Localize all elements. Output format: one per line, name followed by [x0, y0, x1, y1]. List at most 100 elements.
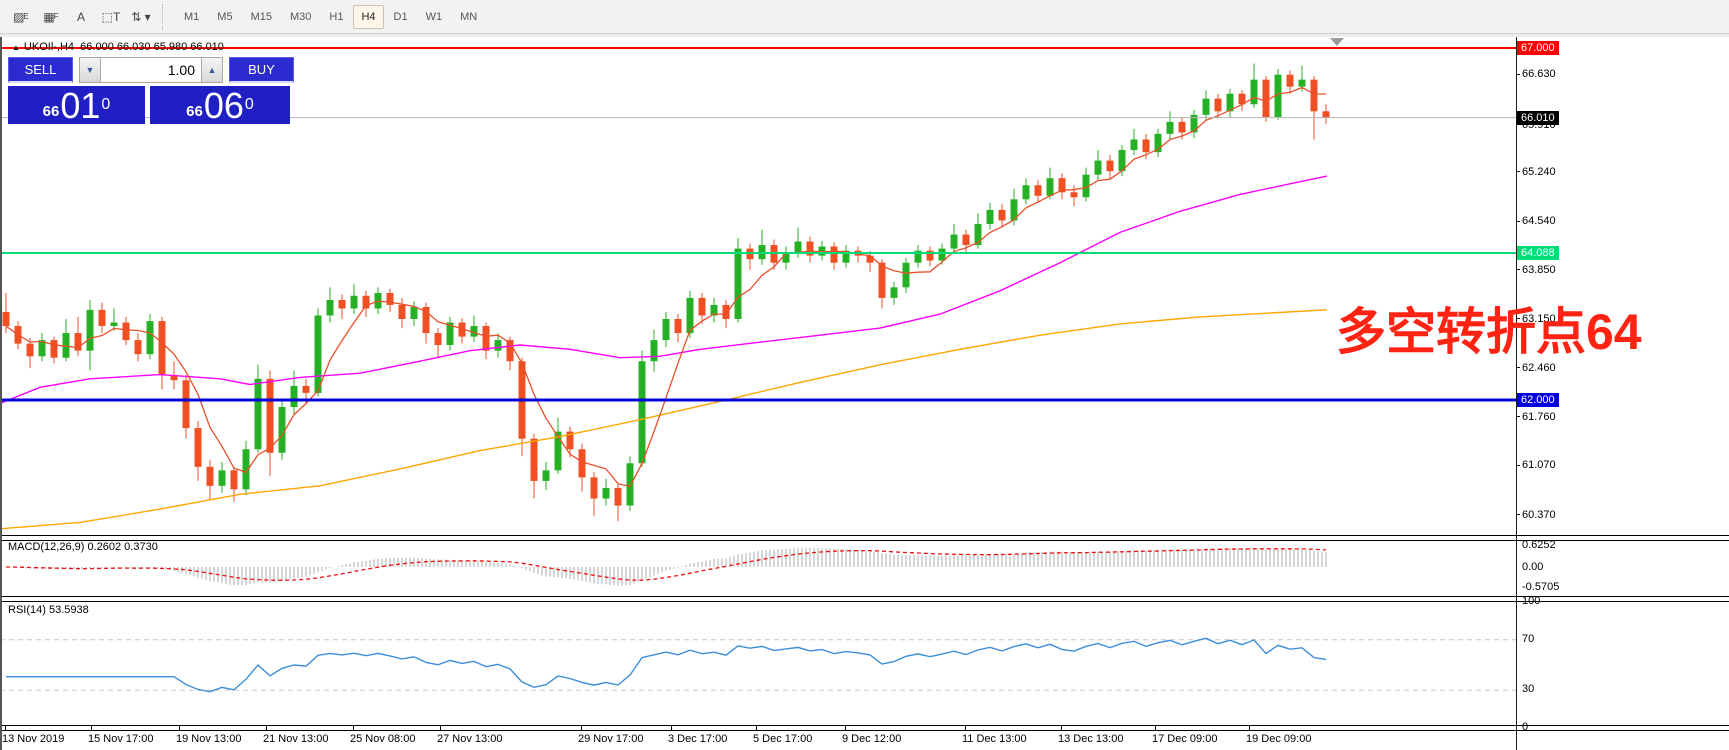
candle-body [1130, 139, 1138, 151]
candle-body [938, 248, 946, 261]
buy-price-pip: 0 [244, 96, 254, 113]
candle-body [1022, 185, 1030, 200]
timeframe-d1[interactable]: D1 [386, 5, 416, 29]
candle-body [290, 385, 298, 407]
trade-panel-prices: 66 01 0 66 06 0 [8, 86, 294, 124]
time-tick-mark [671, 726, 672, 730]
chart-end-marker-icon[interactable] [1330, 38, 1344, 46]
timeframe-h4[interactable]: H4 [353, 4, 384, 29]
candle-body [26, 343, 34, 357]
text-box-icon[interactable]: ⬚T [97, 4, 125, 30]
rsi-axis-label: 0 [1522, 721, 1529, 733]
candle-body [602, 487, 610, 499]
time-tick-mark [845, 726, 846, 730]
time-tick-label: 19 Nov 13:00 [176, 733, 242, 745]
rsi-pane[interactable] [0, 601, 1516, 725]
time-tick-label: 27 Nov 13:00 [437, 733, 503, 745]
ma-fast-line [5, 86, 1327, 488]
timeframe-w1[interactable]: W1 [418, 5, 451, 29]
time-tick-mark [91, 726, 92, 730]
candle-body [1286, 74, 1294, 87]
drawing-tools-group: ▨ E ▦ F A ⬚T ⇅ ▾ [6, 4, 156, 30]
candle-body [278, 406, 286, 453]
sell-button[interactable]: SELL [8, 57, 73, 83]
volume-decrease-icon[interactable]: ▼ [79, 57, 101, 83]
chart-title: ▲ UKOIl-,H4 66.000 66.030 65.980 66.010 [12, 41, 224, 53]
price-tick-mark [1516, 74, 1520, 75]
time-tick-mark [1155, 726, 1156, 730]
time-tick-label: 13 Dec 13:00 [1058, 733, 1124, 745]
candle-body [650, 340, 658, 362]
timeframe-group: M1 M5 M15 M30 H1 H4 D1 W1 MN [175, 4, 486, 29]
candle-body [1310, 79, 1318, 112]
time-tick-label: 17 Dec 09:00 [1152, 733, 1218, 745]
time-tick-label: 5 Dec 17:00 [753, 733, 813, 745]
timeframe-m1[interactable]: M1 [176, 5, 207, 29]
rsi-axis-label: 70 [1522, 632, 1535, 645]
candle-body [1106, 160, 1114, 172]
volume-input[interactable] [101, 57, 201, 83]
candle-body [146, 321, 154, 355]
price-tick-mark [1516, 269, 1520, 270]
candle-body [794, 241, 802, 253]
candle-body [1178, 121, 1186, 133]
pane-separator[interactable] [0, 725, 1729, 731]
timeframe-m30[interactable]: M30 [282, 5, 319, 29]
candle-body [1202, 98, 1210, 115]
pane-separator[interactable] [0, 535, 1729, 541]
time-tick-mark [440, 726, 441, 730]
candle-body [350, 295, 358, 309]
candle-body [302, 385, 310, 393]
candle-body [110, 322, 118, 327]
sell-price-display[interactable]: 66 01 0 [8, 86, 145, 124]
trading-terminal: { "toolbar": { "icons": [ {"name":"indic… [0, 0, 1729, 750]
buy-price-display[interactable]: 66 06 0 [150, 86, 290, 124]
timeframe-h1[interactable]: H1 [321, 5, 351, 29]
time-tick-label: 3 Dec 17:00 [668, 733, 728, 745]
one-click-trading-panel: SELL ▼ ▲ BUY 66 01 0 66 06 0 [8, 57, 294, 124]
time-tick-label: 11 Dec 13:00 [962, 733, 1027, 745]
trade-panel-controls: SELL ▼ ▲ BUY [8, 57, 294, 83]
candle-body [338, 299, 346, 309]
sell-price-prefix: 66 [42, 103, 60, 120]
price-tick-mark [1516, 367, 1520, 368]
candle-body [266, 378, 274, 453]
arrows-dropdown-icon[interactable]: ⇅ ▾ [127, 4, 155, 30]
price-tick-mark [1516, 465, 1520, 466]
timeframe-m5[interactable]: M5 [209, 5, 240, 29]
macd-pane[interactable] [0, 538, 1516, 596]
chart-ohlc-values: 66.000 66.030 65.980 66.010 [80, 41, 224, 53]
timeframe-m15[interactable]: M15 [243, 5, 280, 29]
time-tick-label: 15 Nov 17:00 [88, 733, 154, 745]
pane-separator[interactable] [0, 596, 1729, 602]
candle-body [98, 309, 106, 327]
candle-body [158, 321, 166, 376]
candle-body [206, 466, 214, 486]
price-level-badge: 67.000 [1517, 40, 1559, 55]
candle-body [734, 248, 742, 319]
text-label-icon[interactable]: A [67, 4, 95, 30]
buy-button[interactable]: BUY [229, 57, 294, 83]
candle-body [866, 255, 874, 263]
price-tick-mark [1516, 221, 1520, 222]
grid-icon[interactable]: ▦ F [37, 4, 65, 30]
chart-collapse-icon[interactable]: ▲ [12, 43, 20, 52]
candle-body [986, 209, 994, 224]
macd-axis-label: 0.6252 [1522, 538, 1556, 551]
volume-increase-icon[interactable]: ▲ [201, 57, 223, 83]
rsi-indicator-label: RSI(14) 53.5938 [8, 604, 89, 616]
candle-body [578, 449, 586, 478]
price-tick-mark [1516, 514, 1520, 515]
candle-body [1142, 139, 1150, 153]
macd-axis-label: 0.00 [1522, 561, 1544, 573]
time-tick-label: 25 Nov 08:00 [350, 733, 416, 745]
time-tick-label: 29 Nov 17:00 [578, 733, 644, 745]
candle-body [1214, 98, 1222, 112]
price-tick-label: 63.850 [1522, 263, 1556, 276]
time-tick-mark [1249, 726, 1250, 730]
price-level-badge: 64.088 [1517, 245, 1559, 260]
candle-body [494, 340, 502, 351]
indicators-icon[interactable]: ▨ E [7, 4, 35, 30]
timeframe-mn[interactable]: MN [452, 5, 485, 29]
buy-price-prefix: 66 [186, 103, 203, 120]
